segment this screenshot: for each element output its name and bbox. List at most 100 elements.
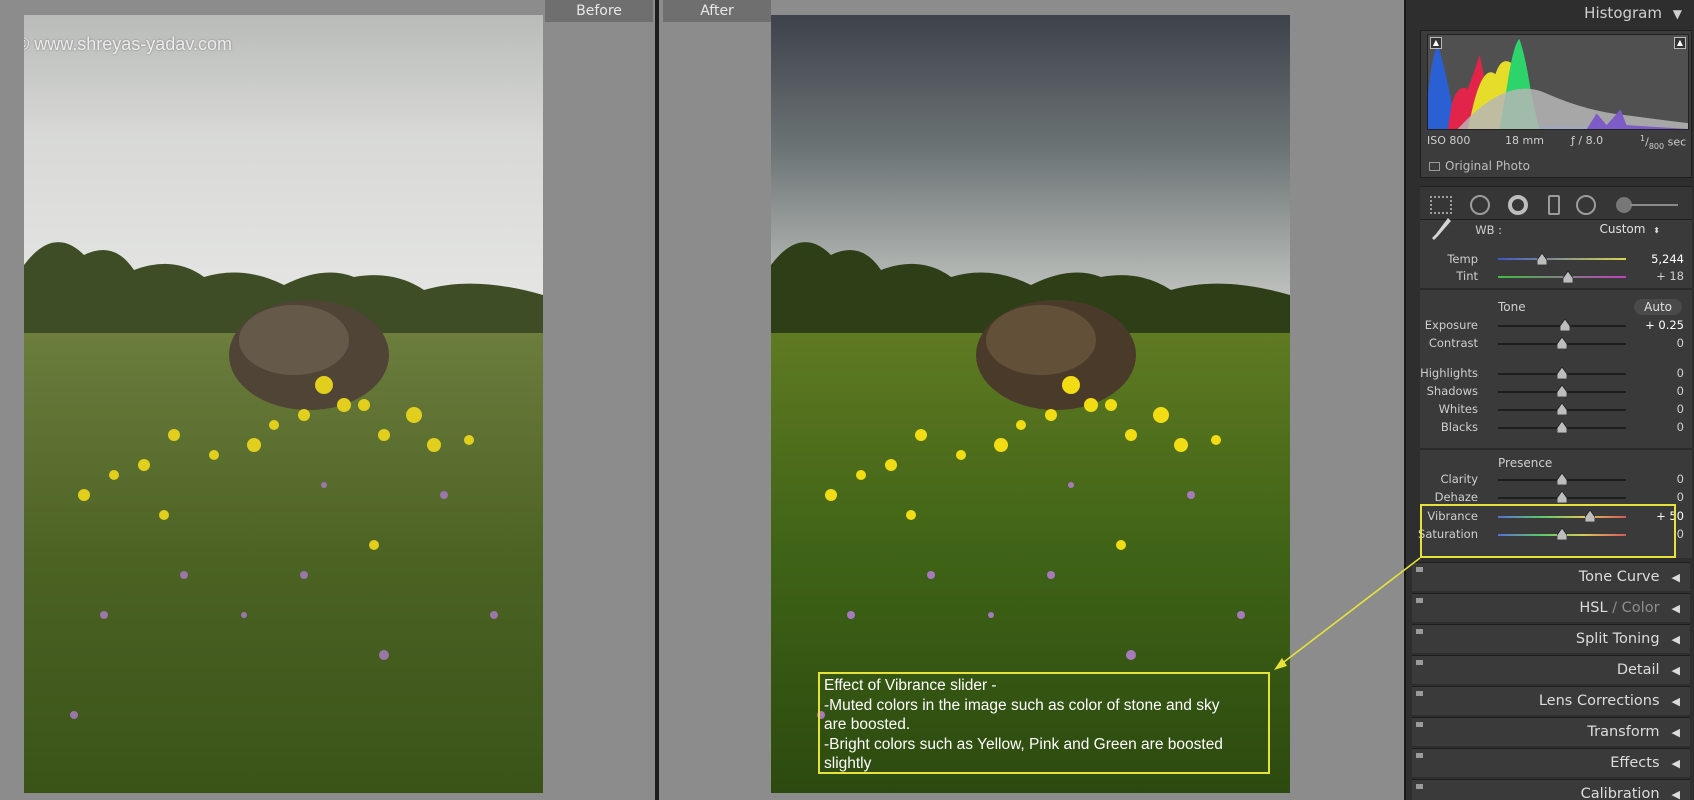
watermark: © www.shreyas-yadav.com bbox=[24, 34, 232, 54]
section-tone-curve[interactable]: Tone Curve ◀ bbox=[1412, 562, 1690, 591]
white-balance-picker-icon[interactable] bbox=[1430, 214, 1452, 244]
tint-slider[interactable] bbox=[1498, 276, 1626, 278]
shutter-unit: sec bbox=[1667, 135, 1687, 149]
whites-value[interactable]: 0 bbox=[1677, 402, 1684, 416]
temp-slider[interactable] bbox=[1498, 258, 1626, 260]
histogram-graph[interactable]: ▲ ▲ bbox=[1427, 34, 1689, 130]
auto-tone-button[interactable]: Auto bbox=[1634, 299, 1682, 315]
blacks-value[interactable]: 0 bbox=[1677, 420, 1684, 434]
histogram: ▲ ▲ ISO 800 18 mm ƒ / 8.0 1/800 sec Orig… bbox=[1420, 30, 1692, 178]
panel-switch-icon[interactable] bbox=[1416, 691, 1423, 696]
blacks-label: Blacks bbox=[1440, 420, 1478, 434]
wb-label: WB : bbox=[1475, 223, 1502, 237]
highlights-value[interactable]: 0 bbox=[1677, 366, 1684, 380]
blacks-slider-thumb[interactable] bbox=[1557, 421, 1567, 433]
annotation-line: -Muted colors in the image such as color… bbox=[824, 696, 1220, 714]
tint-label: Tint bbox=[1456, 269, 1478, 283]
iso-value: ISO 800 bbox=[1427, 134, 1471, 147]
histogram-title: Histogram bbox=[1584, 4, 1662, 22]
section-lens-corrections[interactable]: Lens Corrections ◀ bbox=[1412, 686, 1690, 715]
highlights-slider-thumb[interactable] bbox=[1557, 367, 1567, 379]
adjustment-brush-icon[interactable] bbox=[1616, 197, 1678, 213]
expand-triangle-icon[interactable]: ◀ bbox=[1672, 781, 1680, 800]
temp-slider-thumb[interactable] bbox=[1536, 253, 1547, 265]
section-label: Effects bbox=[1610, 755, 1660, 771]
temp-value[interactable]: 5,244 bbox=[1651, 252, 1684, 266]
histogram-header[interactable]: Histogram ▼ bbox=[1406, 0, 1694, 26]
whites-label: Whites bbox=[1438, 402, 1478, 416]
red-eye-icon[interactable] bbox=[1508, 195, 1528, 215]
shutter-numerator: 1 bbox=[1640, 134, 1646, 143]
panel-switch-icon[interactable] bbox=[1416, 567, 1423, 572]
whites-slider-thumb[interactable] bbox=[1557, 403, 1567, 415]
dehaze-value[interactable]: 0 bbox=[1677, 490, 1684, 504]
section-label: Detail bbox=[1616, 662, 1660, 678]
compare-divider bbox=[655, 0, 659, 800]
panel-switch-icon[interactable] bbox=[1416, 722, 1423, 727]
panel-switch-icon[interactable] bbox=[1416, 629, 1423, 634]
panel-switch-icon[interactable] bbox=[1416, 753, 1423, 758]
section-hsl[interactable]: HSL / Color ◀ bbox=[1412, 593, 1690, 622]
radial-filter-icon[interactable] bbox=[1576, 195, 1596, 215]
develop-right-panel: Histogram ▼ ▲ ▲ ISO 800 18 mm ƒ / 8.0 1/… bbox=[1404, 0, 1694, 800]
focal-length: 18 mm bbox=[1505, 134, 1544, 147]
exposure-label: Exposure bbox=[1424, 318, 1478, 332]
section-label: Tone Curve bbox=[1578, 569, 1660, 585]
graduated-filter-icon[interactable] bbox=[1548, 195, 1560, 215]
panel-switch-icon[interactable] bbox=[1416, 660, 1423, 665]
before-label: Before bbox=[545, 0, 653, 22]
after-label: After bbox=[663, 0, 771, 22]
expand-triangle-icon[interactable]: ◀ bbox=[1672, 564, 1680, 592]
tint-slider-thumb[interactable] bbox=[1563, 271, 1574, 283]
spot-removal-icon[interactable] bbox=[1470, 195, 1490, 215]
section-label: HSL bbox=[1579, 600, 1608, 616]
saturation-value[interactable]: 0 bbox=[1677, 527, 1684, 541]
wb-preset-value: Custom bbox=[1599, 222, 1646, 236]
section-label-secondary: Color bbox=[1621, 600, 1660, 616]
before-photo: © www.shreyas-yadav.com bbox=[24, 15, 543, 793]
collapse-triangle-icon[interactable]: ▼ bbox=[1673, 7, 1682, 21]
shutter-denominator: 800 bbox=[1648, 141, 1665, 151]
annotation-line: -Bright colors such as Yellow, Pink and … bbox=[824, 735, 1223, 753]
expand-triangle-icon[interactable]: ◀ bbox=[1672, 719, 1680, 747]
presence-header: Presence bbox=[1498, 456, 1553, 470]
section-effects[interactable]: Effects ◀ bbox=[1412, 748, 1690, 777]
section-label: Split Toning bbox=[1575, 631, 1660, 647]
shadow-clipping-icon[interactable]: ▲ bbox=[1430, 37, 1442, 49]
shadows-slider-thumb[interactable] bbox=[1557, 385, 1567, 397]
section-label: Calibration bbox=[1580, 786, 1660, 800]
expand-triangle-icon[interactable]: ◀ bbox=[1672, 626, 1680, 654]
contrast-value[interactable]: 0 bbox=[1677, 336, 1684, 350]
expand-triangle-icon[interactable]: ◀ bbox=[1672, 750, 1680, 778]
crop-overlay-icon[interactable] bbox=[1430, 196, 1452, 214]
original-photo-toggle[interactable]: Original Photo bbox=[1429, 159, 1530, 173]
exposure-value[interactable]: + 0.25 bbox=[1645, 318, 1684, 332]
dehaze-slider-thumb[interactable] bbox=[1557, 491, 1567, 503]
section-label-separator: / bbox=[1607, 600, 1622, 616]
select-arrows-icon: ⬍ bbox=[1653, 226, 1660, 235]
section-split-toning[interactable]: Split Toning ◀ bbox=[1412, 624, 1690, 653]
wb-preset-select[interactable]: Custom ⬍ bbox=[1599, 222, 1660, 236]
annotation-line: are boosted. bbox=[824, 716, 911, 733]
section-divider bbox=[1420, 448, 1692, 450]
expand-triangle-icon[interactable]: ◀ bbox=[1672, 688, 1680, 716]
section-transform[interactable]: Transform ◀ bbox=[1412, 717, 1690, 746]
clarity-slider-thumb[interactable] bbox=[1557, 473, 1567, 485]
exposure-slider-thumb[interactable] bbox=[1559, 319, 1570, 331]
tool-strip bbox=[1420, 186, 1692, 220]
contrast-slider-thumb[interactable] bbox=[1557, 337, 1567, 349]
panel-switch-icon[interactable] bbox=[1416, 784, 1423, 789]
vibrance-annotation: Effect of Vibrance slider - -Muted color… bbox=[818, 672, 1270, 774]
original-photo-label: Original Photo bbox=[1445, 159, 1531, 173]
tint-value[interactable]: + 18 bbox=[1656, 269, 1684, 283]
section-label: Lens Corrections bbox=[1538, 693, 1660, 709]
clarity-value[interactable]: 0 bbox=[1677, 472, 1684, 486]
section-detail[interactable]: Detail ◀ bbox=[1412, 655, 1690, 684]
panel-switch-icon[interactable] bbox=[1416, 598, 1423, 603]
section-calibration[interactable]: Calibration ◀ bbox=[1412, 779, 1690, 800]
checkbox-icon[interactable] bbox=[1429, 162, 1440, 171]
expand-triangle-icon[interactable]: ◀ bbox=[1672, 595, 1680, 623]
highlight-clipping-icon[interactable]: ▲ bbox=[1674, 37, 1686, 49]
shadows-value[interactable]: 0 bbox=[1677, 384, 1684, 398]
expand-triangle-icon[interactable]: ◀ bbox=[1672, 657, 1680, 685]
